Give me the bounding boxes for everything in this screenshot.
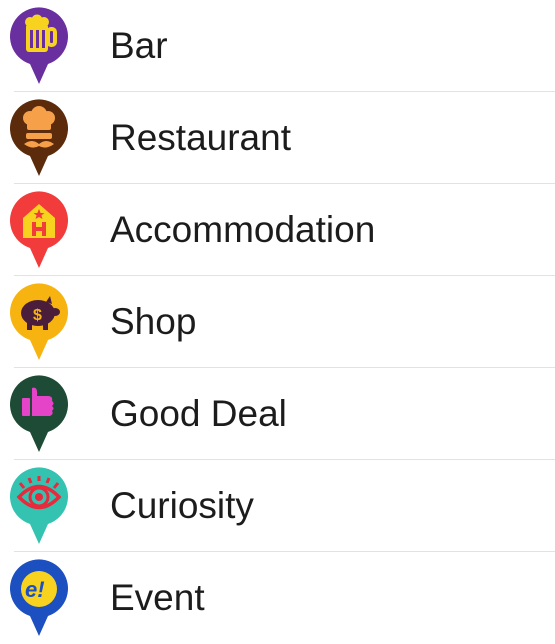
category-label: Shop — [110, 300, 197, 342]
chef-icon — [8, 98, 70, 178]
list-item-restaurant[interactable]: Restaurant — [10, 92, 555, 184]
beer-mug-icon — [8, 6, 70, 86]
list-item-event[interactable]: e! Event — [0, 552, 555, 644]
category-label: Accommodation — [110, 208, 376, 250]
list-item-shop[interactable]: $ Shop — [10, 276, 555, 368]
piggy-bank-icon: $ — [8, 282, 70, 362]
list-item-curiosity[interactable]: Curiosity — [10, 460, 555, 552]
category-label: Restaurant — [110, 116, 291, 158]
category-list: Bar Restaurant Accommodation $ Shop Good… — [0, 0, 555, 636]
svg-text:$: $ — [33, 307, 42, 324]
hotel-icon — [8, 190, 70, 270]
category-label: Good Deal — [110, 392, 287, 434]
category-label: Bar — [110, 24, 168, 66]
list-item-accommodation[interactable]: Accommodation — [10, 184, 555, 276]
category-label: Curiosity — [110, 484, 254, 526]
svg-text:e!: e! — [25, 577, 45, 602]
eye-icon — [8, 466, 70, 546]
event-icon: e! — [8, 558, 70, 638]
category-label: Event — [110, 577, 205, 618]
list-item-bar[interactable]: Bar — [10, 0, 555, 92]
list-item-good-deal[interactable]: Good Deal — [10, 368, 555, 460]
thumbs-up-icon — [8, 374, 70, 454]
